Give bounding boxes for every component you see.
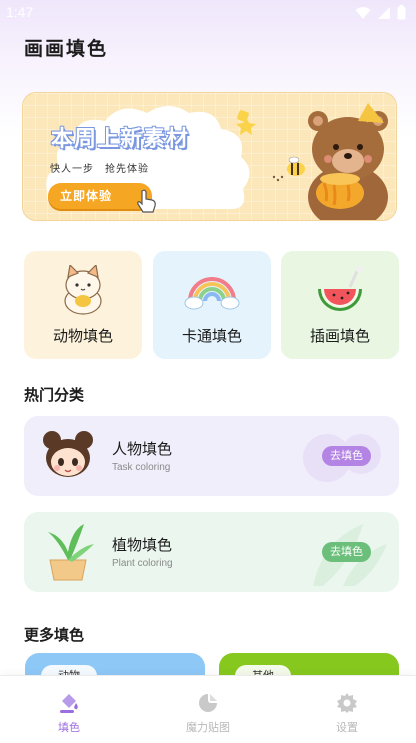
- tab-magic-stickers[interactable]: 魔力贴图: [139, 676, 277, 743]
- category-card-animal[interactable]: 动物填色: [24, 251, 142, 359]
- hot-card-people-subtitle: Task coloring: [112, 462, 171, 473]
- try-now-label: 立即体验: [60, 189, 113, 203]
- cat-icon: [64, 265, 102, 315]
- hot-section-title: 热门分类: [24, 386, 85, 404]
- category-label-animal: 动物填色: [52, 327, 113, 345]
- signal-icon: [378, 6, 390, 19]
- hot-card-plants-title: 植物填色: [112, 536, 173, 554]
- bear-illustration: [236, 103, 388, 220]
- go-coloring-button-plants[interactable]: 去填色: [322, 542, 371, 562]
- go-coloring-button-people[interactable]: 去填色: [322, 446, 371, 466]
- potted-plant-illustration: [48, 524, 94, 581]
- hot-card-plants-subtitle: Plant coloring: [112, 558, 173, 569]
- category-card-cartoon[interactable]: 卡通填色: [153, 251, 271, 359]
- hot-card-plants[interactable]: 植物填色 Plant coloring 去填色: [24, 512, 399, 592]
- tab-coloring[interactable]: 填色: [0, 676, 138, 743]
- girl-illustration: [43, 431, 93, 477]
- category-card-illustration[interactable]: 插画填色: [281, 251, 399, 359]
- category-label-cartoon: 卡通填色: [181, 327, 242, 345]
- pointer-hand-icon: [137, 189, 156, 213]
- banner-headline: 本周上新素材: [51, 127, 190, 152]
- more-section-title: 更多填色: [24, 626, 85, 644]
- hot-card-people-title: 人物填色: [112, 440, 173, 458]
- status-bar: 1:47: [0, 0, 416, 26]
- paint-bucket-icon: [60, 694, 78, 713]
- status-time: 1:47: [6, 4, 34, 20]
- gear-icon: [337, 693, 357, 713]
- tab-label-settings: 设置: [336, 721, 358, 734]
- sticker-icon: [199, 694, 217, 712]
- tab-label-magic-stickers: 魔力贴图: [186, 721, 230, 734]
- tab-settings[interactable]: 设置: [278, 676, 416, 743]
- battery-icon: [397, 5, 406, 20]
- wifi-icon: [355, 6, 371, 19]
- tab-label-coloring: 填色: [58, 721, 80, 734]
- page-title: 画画填色: [24, 38, 109, 60]
- watermelon-icon: [318, 266, 363, 311]
- status-icons: [355, 5, 406, 20]
- hot-card-people[interactable]: 人物填色 Task coloring 去填色: [24, 416, 399, 496]
- rainbow-icon: [184, 277, 240, 310]
- bottom-tab-bar: 填色 魔力贴图 设置: [0, 675, 416, 743]
- promo-banner[interactable]: 本周上新素材 快人一步 抢先体验 立即体验: [22, 92, 397, 221]
- banner-subline: 快人一步 抢先体验: [50, 164, 149, 175]
- category-label-illustration: 插画填色: [309, 327, 370, 345]
- try-now-button[interactable]: 立即体验: [48, 183, 156, 213]
